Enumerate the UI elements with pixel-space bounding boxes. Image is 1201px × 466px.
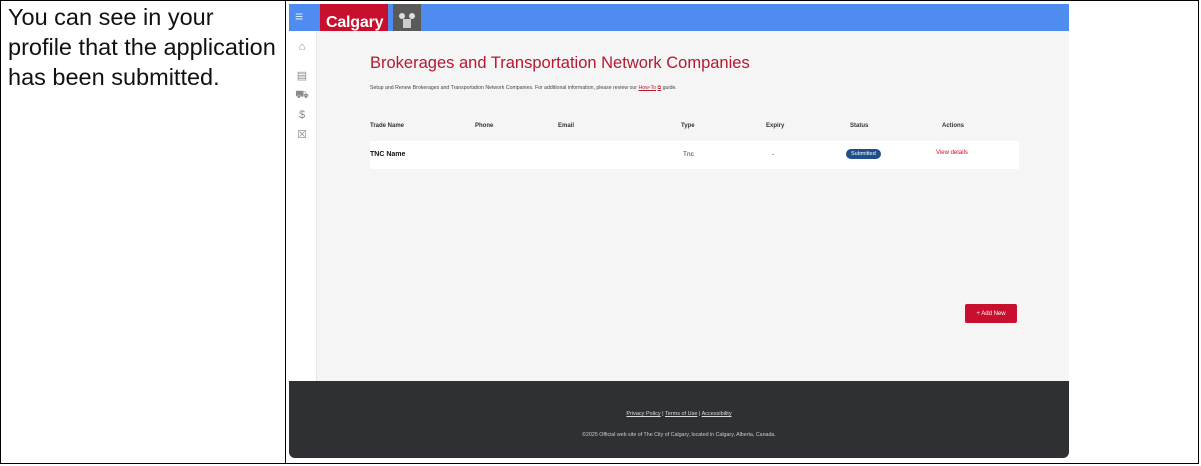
- menu-icon[interactable]: ≡: [295, 9, 303, 23]
- expiry-cell: -: [772, 151, 775, 158]
- page-title: Brokerages and Transportation Network Co…: [370, 54, 750, 72]
- app-screenshot: ≡ Calgary ⌂ ▤ ⛟ $ ☒ Brokerages and Trans…: [289, 4, 1069, 458]
- footer: Privacy Policy | Terms of Use | Accessib…: [289, 381, 1069, 458]
- building-icon[interactable]: ▤: [294, 69, 310, 82]
- side-nav: ⌂ ▤ ⛟ $ ☒: [289, 31, 317, 381]
- col-trade-name: Trade Name: [370, 123, 405, 129]
- col-expiry: Expiry: [766, 123, 785, 129]
- col-status: Status: [850, 123, 869, 129]
- table-divider: [285, 0, 286, 464]
- table-row: TNC Name Tnc - Submitted View details: [370, 141, 1019, 169]
- page-description: Setup and Renew Brokerages and Transport…: [370, 84, 730, 92]
- home-icon[interactable]: ⌂: [294, 41, 310, 53]
- lock-icon[interactable]: ☒: [294, 128, 310, 141]
- col-type: Type: [681, 123, 695, 129]
- dollar-icon[interactable]: $: [294, 109, 310, 121]
- privacy-policy-link[interactable]: Privacy Policy: [626, 411, 660, 417]
- col-email: Email: [558, 123, 575, 129]
- trade-name-cell: TNC Name: [370, 151, 406, 158]
- desc-text-after: guide.: [661, 85, 677, 91]
- col-phone: Phone: [475, 123, 494, 129]
- terms-of-use-link[interactable]: Terms of Use: [665, 411, 697, 417]
- table-header: Trade Name Phone Email Type Expiry Statu…: [370, 123, 1069, 135]
- add-new-button[interactable]: + Add New: [965, 304, 1017, 323]
- status-badge: Submitted: [846, 149, 881, 159]
- col-actions: Actions: [942, 123, 965, 129]
- view-details-link[interactable]: View details: [936, 150, 968, 156]
- accessibility-link[interactable]: Accessibility: [702, 411, 732, 417]
- vehicle-icon[interactable]: ⛟: [294, 89, 310, 103]
- logo-text: Calgary: [326, 14, 384, 31]
- footer-copyright: ©2025 Official web site of The City of C…: [582, 432, 776, 438]
- instruction-text: You can see in your profile that the app…: [8, 4, 276, 90]
- crest-shape: [399, 13, 415, 28]
- footer-links: Privacy Policy | Terms of Use | Accessib…: [289, 411, 1069, 417]
- desc-text: Setup and Renew Brokerages and Transport…: [370, 85, 639, 91]
- how-to-link[interactable]: How-To: [638, 85, 656, 91]
- type-cell: Tnc: [683, 151, 694, 158]
- main-content: Brokerages and Transportation Network Co…: [317, 31, 1069, 381]
